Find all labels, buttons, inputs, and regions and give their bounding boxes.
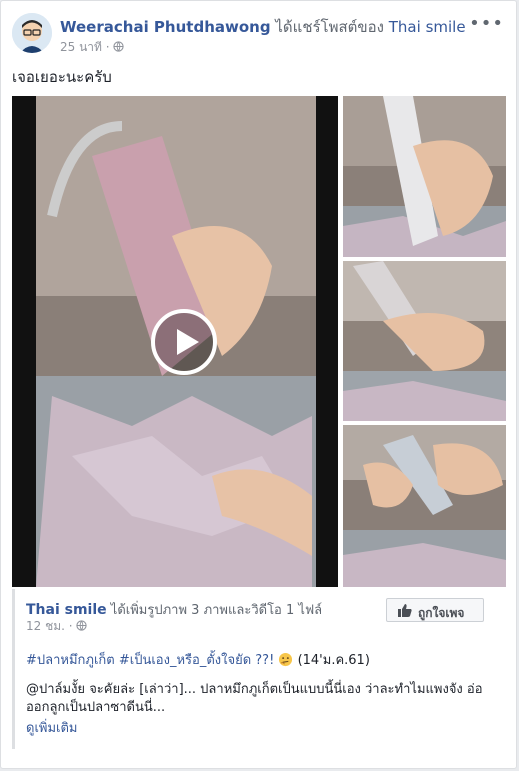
date-note: (14'ม.ค.61) bbox=[297, 653, 370, 668]
like-page-label: ถูกใจเพจ bbox=[418, 606, 465, 620]
media-grid bbox=[12, 96, 506, 587]
header-title: Weerachai Phutdhawong ได้แชร์โพสต์ของ Th… bbox=[60, 15, 466, 39]
video-thumbnail[interactable] bbox=[12, 96, 338, 587]
thumbs-up-icon bbox=[398, 604, 412, 620]
post-header: Weerachai Phutdhawong ได้แชร์โพสต์ของ Th… bbox=[12, 11, 506, 57]
see-more-link[interactable]: ดูเพิ่มเติม bbox=[26, 717, 77, 738]
shared-page-name[interactable]: Thai smile bbox=[26, 602, 107, 618]
shared-post: Thai smile ได้เพิ่มรูปภาพ 3 ภาพและวิดีโอ… bbox=[12, 589, 506, 749]
globe-icon[interactable] bbox=[113, 40, 125, 54]
body-text: จะคัยล่ะ [เล่าว่า]... ปลาหมึกภูเก็ตเป็นแ… bbox=[26, 682, 483, 715]
hashtag-line: #ปลาหมึกภูเก็ต #เป็นเอง_หรือ_ตั้งใจยัด ?… bbox=[26, 649, 370, 670]
photo-thumbnail[interactable] bbox=[343, 261, 506, 421]
like-page-button[interactable]: ถูกใจเพจ bbox=[386, 598, 484, 622]
thinking-emoji-icon bbox=[278, 652, 297, 668]
post-caption: เจอเยอะนะครับ bbox=[12, 68, 112, 86]
share-border bbox=[12, 589, 15, 749]
mention-link[interactable]: @ปาล์มงั้ย bbox=[26, 682, 85, 697]
post-timestamp[interactable]: 25 นาที bbox=[60, 40, 102, 54]
post-meta: 25 นาที · bbox=[60, 38, 125, 57]
shared-action-text: ได้เพิ่มรูปภาพ 3 ภาพและวิดีโอ 1 ไฟล์ bbox=[110, 603, 323, 618]
hashtag-link[interactable]: #ปลาหมึกภูเก็ต bbox=[26, 653, 115, 668]
author-name[interactable]: Weerachai Phutdhawong bbox=[60, 18, 271, 36]
shared-post-meta: 12 ชม. · bbox=[26, 617, 88, 636]
more-dots-icon[interactable]: ••• bbox=[469, 13, 504, 34]
shared-text: ได้แชร์โพสต์ของ bbox=[275, 18, 384, 36]
avatar[interactable] bbox=[12, 13, 52, 53]
shared-timestamp[interactable]: 12 ชม. bbox=[26, 619, 65, 633]
play-icon[interactable] bbox=[151, 309, 217, 375]
photo-thumbnail[interactable] bbox=[343, 96, 506, 257]
shared-post-body: @ปาล์มงั้ย จะคัยล่ะ [เล่าว่า]... ปลาหมึก… bbox=[26, 681, 504, 717]
shared-page-link[interactable]: Thai smile bbox=[389, 18, 466, 36]
post-card: Weerachai Phutdhawong ได้แชร์โพสต์ของ Th… bbox=[0, 0, 517, 769]
globe-icon[interactable] bbox=[76, 619, 88, 633]
hashtag-link[interactable]: #เป็นเอง_หรือ_ตั้งใจยัด ??! bbox=[119, 653, 274, 668]
photo-thumbnail[interactable] bbox=[343, 425, 506, 587]
